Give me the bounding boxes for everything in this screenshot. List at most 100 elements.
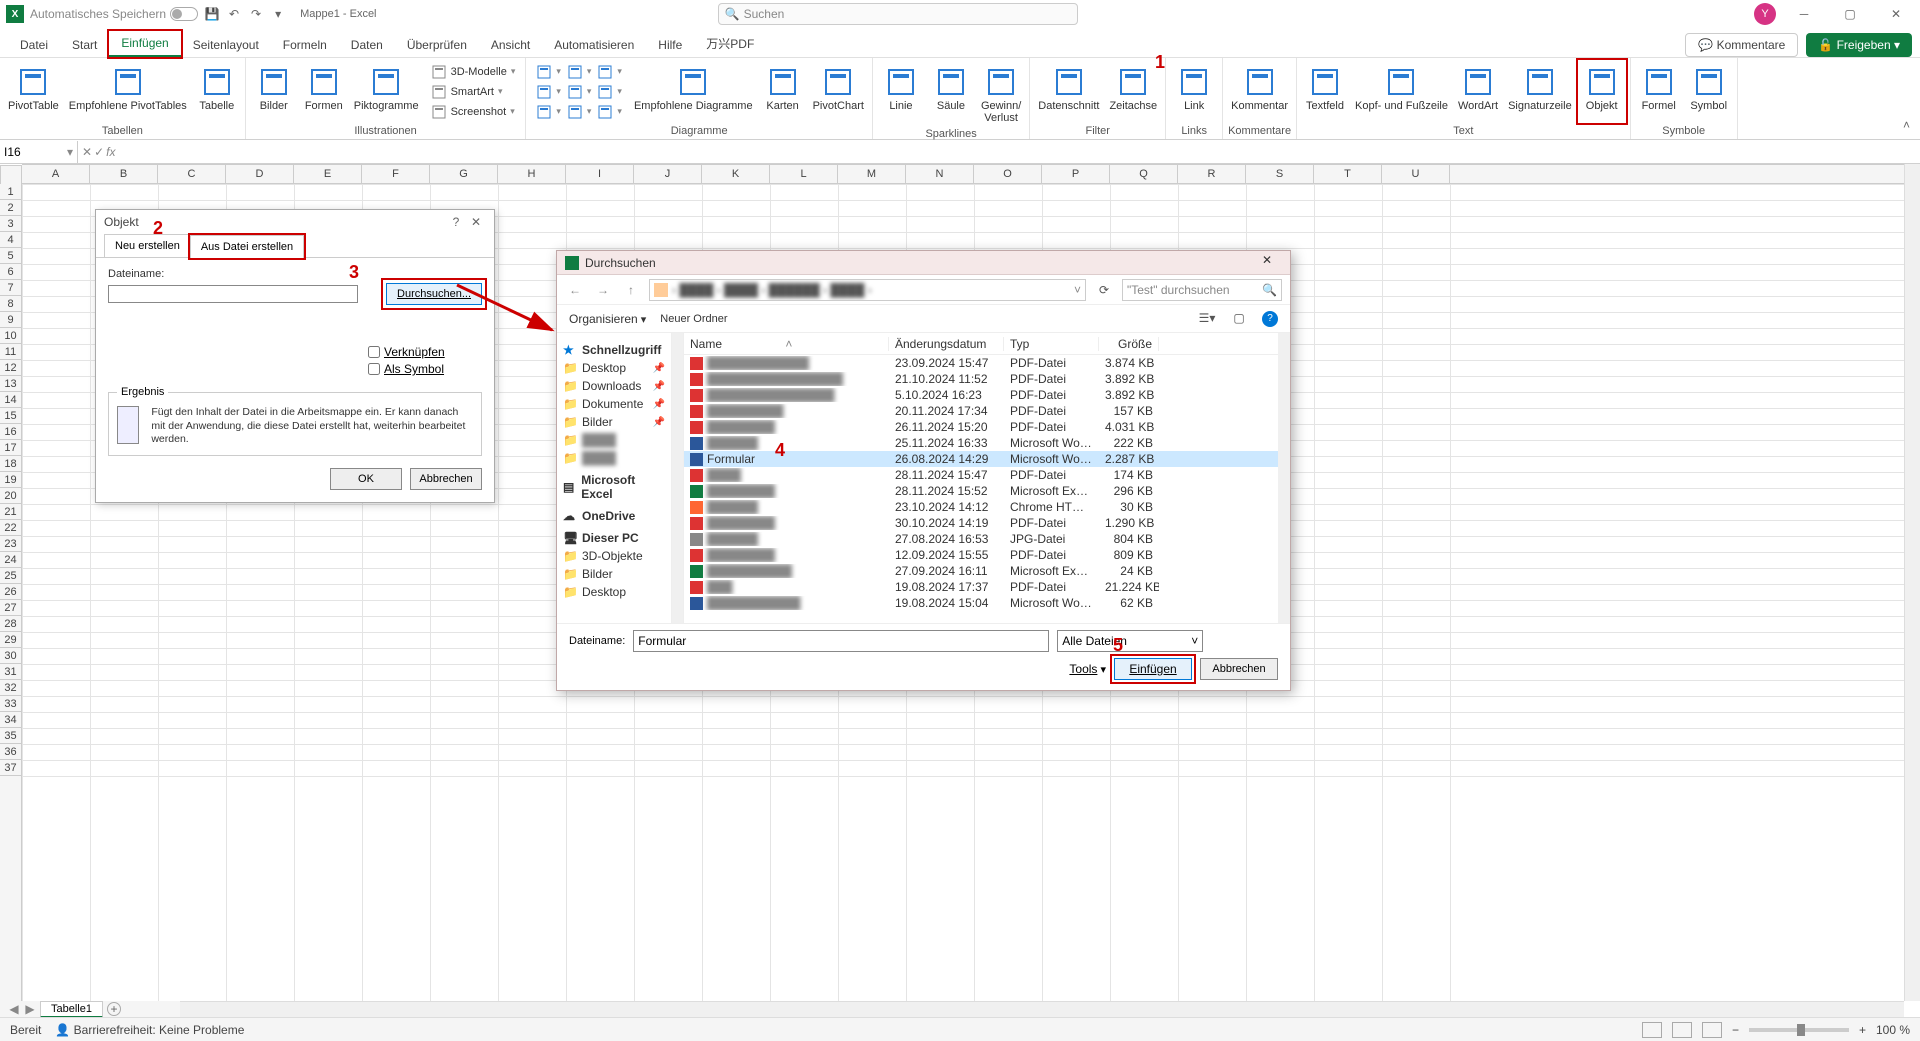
tab-überprüfen[interactable]: Überprüfen: [395, 33, 479, 57]
tabelle-button[interactable]: Tabelle: [193, 60, 241, 123]
col-header[interactable]: O: [974, 165, 1042, 183]
files-scrollbar[interactable]: [1278, 333, 1290, 623]
file-row[interactable]: ████████████23.09.2024 15:47PDF-Datei3.8…: [684, 355, 1278, 371]
refresh-icon[interactable]: ⟳: [1094, 283, 1114, 297]
bilder-button[interactable]: Bilder: [250, 60, 298, 123]
row-header[interactable]: 36: [0, 744, 21, 760]
tools-dropdown[interactable]: Tools ▾: [1069, 662, 1106, 676]
link-checkbox[interactable]: Verknüpfen: [368, 345, 482, 359]
row-header[interactable]: 25: [0, 568, 21, 584]
file-type-filter[interactable]: Alle Dateien˅: [1057, 630, 1203, 652]
col-header[interactable]: R: [1178, 165, 1246, 183]
cancel-formula-icon[interactable]: ✕: [82, 145, 92, 159]
tree-item[interactable]: ☁OneDrive: [557, 507, 671, 525]
row-header[interactable]: 9: [0, 312, 21, 328]
gewinn-verlust-button[interactable]: Gewinn/Verlust: [977, 60, 1025, 126]
col-header[interactable]: P: [1042, 165, 1110, 183]
file-row[interactable]: ██████27.08.2024 16:53JPG-Datei804 KB: [684, 531, 1278, 547]
file-row[interactable]: ████████30.10.2024 14:19PDF-Datei1.290 K…: [684, 515, 1278, 531]
tree-item[interactable]: 🖥Dieser PC: [557, 529, 671, 547]
file-row[interactable]: ████████12.09.2024 15:55PDF-Datei809 KB: [684, 547, 1278, 563]
zoom-in-button[interactable]: +: [1859, 1023, 1866, 1037]
screenshot-button[interactable]: Screenshot ▾: [429, 103, 518, 121]
help-icon[interactable]: ?: [1262, 311, 1278, 327]
tab-automatisieren[interactable]: Automatisieren: [542, 33, 646, 57]
tree-item[interactable]: 📁Bilder📌: [557, 413, 671, 431]
file-row[interactable]: ██████████27.09.2024 16:11Microsoft Exce…: [684, 563, 1278, 579]
row-header[interactable]: 35: [0, 728, 21, 744]
help-icon[interactable]: ?: [446, 215, 466, 229]
file-row[interactable]: ████28.11.2024 15:47PDF-Datei174 KB: [684, 467, 1278, 483]
chart-type-button[interactable]: ▾: [595, 83, 624, 101]
smartart-button[interactable]: SmartArt ▾: [429, 83, 518, 101]
undo-icon[interactable]: ↶: [226, 6, 242, 22]
add-sheet-button[interactable]: +: [107, 1002, 121, 1016]
pivotchart-button[interactable]: PivotChart: [809, 60, 868, 123]
name-box[interactable]: I16▾: [0, 141, 78, 163]
file-list[interactable]: Name ˄ Änderungsdatum Typ Größe ████████…: [684, 333, 1278, 623]
col-header[interactable]: Q: [1110, 165, 1178, 183]
tree-item[interactable]: 📁████: [557, 449, 671, 467]
row-header[interactable]: 17: [0, 440, 21, 456]
filename-input[interactable]: [633, 630, 1049, 652]
collapse-ribbon-icon[interactable]: ˄: [1893, 58, 1920, 139]
zoom-level[interactable]: 100 %: [1876, 1023, 1910, 1037]
tree-item[interactable]: ★Schnellzugriff: [557, 341, 671, 359]
row-header[interactable]: 28: [0, 616, 21, 632]
browse-cancel-button[interactable]: Abbrechen: [1200, 658, 1278, 680]
row-header[interactable]: 16: [0, 424, 21, 440]
textfeld-button[interactable]: Textfeld: [1301, 60, 1349, 123]
close-window-button[interactable]: ✕: [1878, 2, 1914, 26]
s-ule-button[interactable]: Säule: [927, 60, 975, 126]
autosave-toggle[interactable]: Automatisches Speichern: [30, 7, 198, 21]
row-header[interactable]: 13: [0, 376, 21, 392]
signaturzeile-button[interactable]: Signaturzeile: [1504, 60, 1576, 123]
tab-einfügen[interactable]: Einfügen: [109, 31, 180, 57]
row-header[interactable]: 6: [0, 264, 21, 280]
col-header[interactable]: M: [838, 165, 906, 183]
browse-close-icon[interactable]: ✕: [1252, 253, 1282, 273]
row-header[interactable]: 8: [0, 296, 21, 312]
share-button[interactable]: 🔓 Freigeben ▾: [1806, 33, 1912, 57]
col-header[interactable]: F: [362, 165, 430, 183]
kopf--und-fu-zeile-button[interactable]: Kopf- und Fußzeile: [1351, 60, 1452, 123]
col-header[interactable]: D: [226, 165, 294, 183]
enter-formula-icon[interactable]: ✓: [94, 145, 104, 159]
nav-up-icon[interactable]: ↑: [621, 283, 641, 297]
sheet-tab-1[interactable]: Tabelle1: [40, 1001, 103, 1018]
nav-back-icon[interactable]: ←: [565, 283, 585, 297]
file-row[interactable]: █████████20.11.2024 17:34PDF-Datei157 KB: [684, 403, 1278, 419]
row-header[interactable]: 22: [0, 520, 21, 536]
file-list-header[interactable]: Name ˄ Änderungsdatum Typ Größe: [684, 333, 1278, 355]
chart-type-button[interactable]: ▾: [565, 83, 594, 101]
qat-dropdown-icon[interactable]: ▾: [270, 6, 286, 22]
pivottable-button[interactable]: PivotTable: [4, 60, 63, 123]
zoom-slider[interactable]: [1749, 1028, 1849, 1032]
chart-type-button[interactable]: ▾: [565, 103, 594, 121]
objekt-button[interactable]: Objekt: [1578, 60, 1626, 123]
maximize-button[interactable]: ▢: [1832, 2, 1868, 26]
view-normal-button[interactable]: [1642, 1022, 1662, 1038]
toggle-icon[interactable]: [170, 7, 198, 21]
zoom-out-button[interactable]: −: [1732, 1023, 1739, 1037]
symbol-button[interactable]: Symbol: [1685, 60, 1733, 123]
empfohlene-diagramme-button[interactable]: Empfohlene Diagramme: [630, 60, 757, 123]
search-box[interactable]: 🔍 Suchen: [718, 3, 1078, 25]
file-row[interactable]: ████████28.11.2024 15:52Microsoft Excel-…: [684, 483, 1278, 499]
empfohlene-pivottables-button[interactable]: Empfohlene PivotTables: [65, 60, 191, 123]
chart-type-button[interactable]: ▾: [565, 63, 594, 81]
sheet-nav-prev-icon[interactable]: ◀: [8, 1002, 20, 1016]
row-header[interactable]: 31: [0, 664, 21, 680]
row-header[interactable]: 26: [0, 584, 21, 600]
karten-button[interactable]: Karten: [759, 60, 807, 123]
row-header[interactable]: 3: [0, 216, 21, 232]
user-avatar[interactable]: Y: [1754, 3, 1776, 25]
save-icon[interactable]: 💾: [204, 6, 220, 22]
horizontal-scrollbar[interactable]: [180, 1001, 1904, 1017]
tree-item[interactable]: 📁Desktop📌: [557, 359, 671, 377]
col-header[interactable]: U: [1382, 165, 1450, 183]
col-date[interactable]: Änderungsdatum: [889, 337, 1004, 351]
col-header[interactable]: C: [158, 165, 226, 183]
row-header[interactable]: 34: [0, 712, 21, 728]
chart-type-button[interactable]: ▾: [534, 63, 563, 81]
